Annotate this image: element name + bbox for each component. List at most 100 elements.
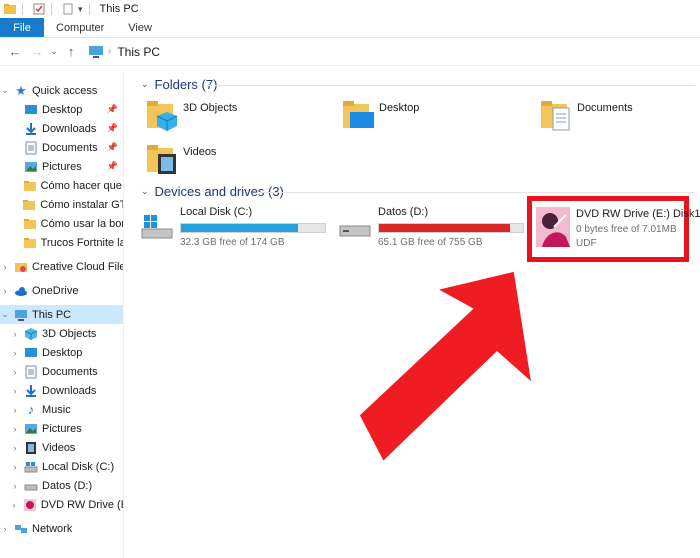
folder-icon: [23, 218, 36, 229]
usage-bar: [378, 223, 524, 233]
desktop-icon: [25, 104, 37, 114]
chevron-right-icon[interactable]: ›: [0, 262, 10, 272]
drive-icon: [24, 484, 38, 490]
chevron-right-icon[interactable]: ›: [10, 443, 20, 453]
computer-icon: [15, 309, 27, 321]
chevron-right-icon: ›: [108, 46, 112, 57]
chevron-right-icon[interactable]: ›: [10, 462, 20, 472]
chevron-right-icon[interactable]: ›: [10, 481, 20, 491]
folder-icon: [23, 199, 36, 210]
drive-icon: [339, 225, 371, 237]
back-button[interactable]: ←: [4, 41, 26, 63]
nav-quick-access[interactable]: ⌄ ★ Quick access: [0, 81, 123, 100]
title-bar: ▾ This PC: [0, 0, 700, 18]
desktop-icon: [25, 347, 37, 357]
nav-this-pc[interactable]: ⌄ This PC: [0, 305, 123, 324]
tab-file[interactable]: File: [0, 18, 44, 37]
network-icon: [15, 524, 27, 533]
breadcrumb[interactable]: This PC: [117, 45, 160, 59]
usage-bar-fill: [379, 224, 511, 232]
forward-button[interactable]: →: [26, 41, 48, 63]
properties-icon[interactable]: [33, 3, 45, 15]
nav-item-datos[interactable]: › Datos (D:): [0, 476, 123, 495]
nav-item-documents[interactable]: › Documents: [0, 362, 123, 381]
star-icon: ★: [15, 82, 27, 98]
dvd-icon: [23, 498, 36, 511]
folders-group-header[interactable]: ⌄ Folders (7): [141, 77, 217, 92]
divider: [88, 3, 90, 15]
nav-creative-cloud[interactable]: › Creative Cloud Files: [0, 257, 124, 276]
drive-local-disk-c[interactable]: Local Disk (C:) 32.3 GB free of 174 GB: [141, 206, 331, 258]
document-icon: [25, 141, 37, 154]
new-folder-icon[interactable]: [62, 3, 74, 15]
chevron-down-icon[interactable]: ⌄: [0, 85, 10, 96]
chevron-down-icon[interactable]: ⌄: [141, 79, 149, 90]
folder-icon: [4, 4, 16, 14]
nav-item-pictures[interactable]: Pictures 📌: [0, 157, 123, 176]
usage-bar-fill: [181, 224, 298, 232]
nav-item-folder[interactable]: Cómo usar la bomb: [0, 214, 123, 233]
address-box[interactable]: › This PC: [88, 41, 160, 63]
recent-locations-button[interactable]: ⌄: [48, 41, 60, 63]
chevron-down-icon[interactable]: ⌄: [141, 186, 149, 197]
red-arrow-annotation: [356, 268, 536, 465]
nav-item-folder[interactable]: Cómo instalar GTA 5: [0, 195, 123, 214]
nav-item-desktop[interactable]: Desktop 📌: [0, 100, 123, 119]
nav-item-local-disk[interactable]: › Local Disk (C:): [0, 457, 123, 476]
nav-item-downloads[interactable]: Downloads 📌: [0, 119, 123, 138]
window-title: This PC: [99, 3, 139, 15]
nav-item-videos[interactable]: › Videos: [0, 438, 123, 457]
tab-view[interactable]: View: [116, 18, 164, 37]
pin-icon[interactable]: 📌: [107, 161, 118, 172]
nav-item-music[interactable]: › ♪ Music: [0, 400, 123, 419]
chevron-right-icon[interactable]: ›: [10, 386, 20, 396]
pin-icon[interactable]: 📌: [107, 123, 118, 134]
documents-folder-icon: [541, 101, 570, 131]
ribbon-tabs: File Computer View: [0, 18, 700, 38]
up-button[interactable]: ↑: [60, 41, 82, 63]
divider: [51, 3, 52, 15]
windows-drive-icon: [141, 215, 173, 239]
folder-documents[interactable]: Documents: [539, 98, 699, 146]
nav-item-pictures[interactable]: › Pictures: [0, 419, 123, 438]
folder-videos[interactable]: Videos: [145, 142, 305, 190]
chevron-right-icon[interactable]: ›: [0, 286, 10, 296]
cloud-icon: [15, 286, 27, 296]
chevron-right-icon[interactable]: ›: [10, 405, 20, 415]
chevron-down-icon[interactable]: ⌄: [0, 309, 10, 320]
nav-network[interactable]: › Network: [0, 519, 123, 538]
navigation-pane: ⌄ ★ Quick access Desktop 📌 Downloads 📌 D…: [0, 72, 124, 558]
nav-onedrive[interactable]: › OneDrive: [0, 281, 123, 300]
chevron-right-icon[interactable]: ›: [10, 329, 20, 339]
pin-icon[interactable]: 📌: [107, 104, 118, 115]
music-icon: ♪: [27, 401, 35, 417]
nav-item-dvd-drive[interactable]: › DVD RW Drive (E:): [0, 495, 123, 514]
nav-item-folder[interactable]: Trucos Fortnite la m: [0, 233, 123, 252]
tab-computer[interactable]: Computer: [44, 18, 116, 37]
videos-folder-icon: [147, 145, 176, 174]
nav-item-folder[interactable]: Cómo hacer que Fo: [0, 176, 123, 195]
divider: [22, 3, 23, 15]
chevron-right-icon[interactable]: ›: [10, 424, 20, 434]
quick-access-dropdown-icon[interactable]: ▾: [78, 4, 83, 15]
chevron-right-icon[interactable]: ›: [9, 500, 19, 510]
chevron-right-icon[interactable]: ›: [0, 524, 10, 534]
nav-item-3d-objects[interactable]: › 3D Objects: [0, 324, 123, 343]
folder-3d-objects[interactable]: 3D Objects: [145, 98, 305, 146]
folder-icon: [23, 237, 36, 248]
chevron-right-icon[interactable]: ›: [10, 367, 20, 377]
divider: [207, 85, 695, 86]
drive-dvd-rw-e[interactable]: DVD RW Drive (E:) Disk1 0 bytes free of …: [527, 196, 700, 262]
drive-icon: [24, 461, 38, 472]
film-icon: [26, 441, 36, 454]
drive-datos-d[interactable]: Datos (D:) 65.1 GB free of 755 GB: [339, 206, 529, 258]
nav-item-desktop[interactable]: › Desktop: [0, 343, 123, 362]
nav-item-documents[interactable]: Documents 📌: [0, 138, 123, 157]
folder-desktop[interactable]: Desktop: [341, 98, 501, 146]
folder-icon: [23, 180, 36, 191]
chevron-right-icon[interactable]: ›: [10, 348, 20, 358]
computer-icon: [89, 45, 103, 58]
pin-icon[interactable]: 📌: [107, 142, 118, 153]
download-icon: [26, 122, 36, 135]
nav-item-downloads[interactable]: › Downloads: [0, 381, 123, 400]
